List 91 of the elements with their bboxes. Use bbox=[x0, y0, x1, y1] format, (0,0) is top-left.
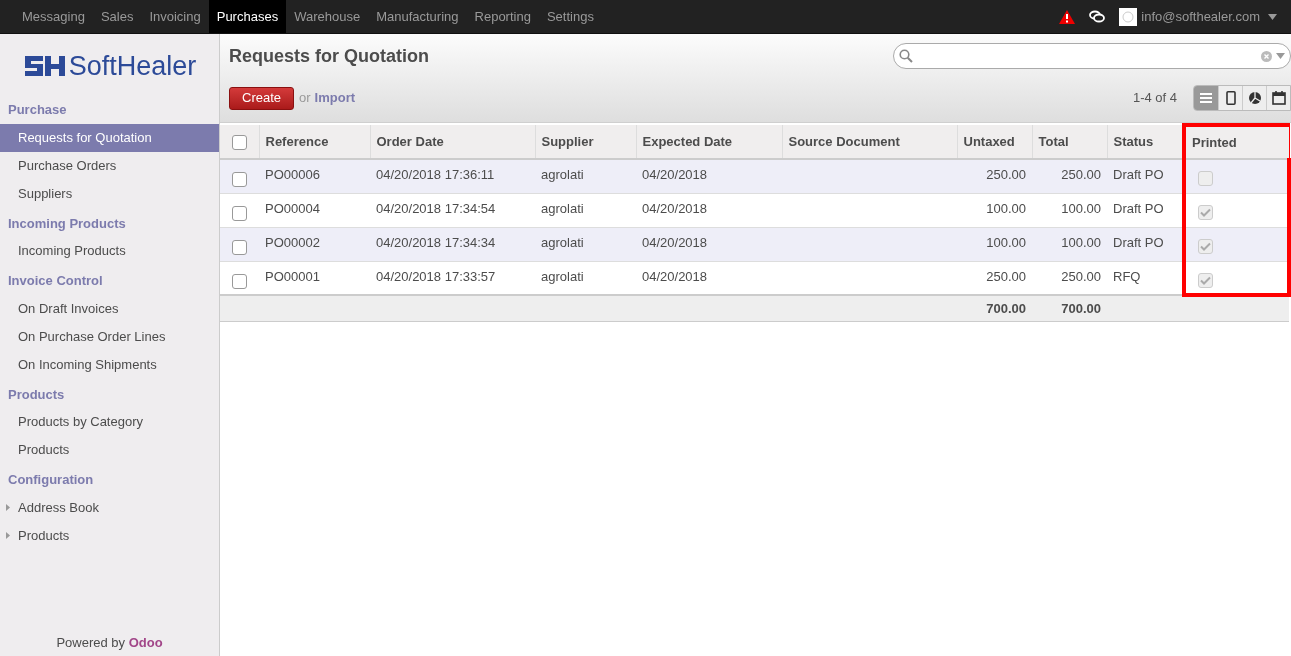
list-icon bbox=[1199, 91, 1213, 105]
clear-icon[interactable] bbox=[1261, 50, 1272, 62]
avatar-icon bbox=[1119, 7, 1138, 26]
table-cell: Draft PO bbox=[1107, 159, 1184, 193]
pie-chart-icon bbox=[1247, 91, 1262, 105]
row-checkbox[interactable] bbox=[232, 205, 247, 221]
sidebar-section-title: Products bbox=[7, 385, 66, 404]
table-cell: RFQ bbox=[1107, 261, 1184, 295]
column-header[interactable]: Untaxed bbox=[957, 125, 1032, 159]
powered-by-text: Powered by Odoo bbox=[56, 634, 163, 650]
table-cell: 100.00 bbox=[1032, 193, 1107, 227]
sidebar-section-title: Incoming Products bbox=[7, 214, 127, 233]
column-header[interactable]: Expected Date bbox=[636, 125, 782, 159]
table-cell: 04/20/2018 17:36:11 bbox=[370, 159, 535, 193]
total-cell: 700.00 bbox=[1032, 295, 1107, 321]
menu-tab[interactable]: Manufacturing bbox=[368, 0, 467, 33]
table-cell: 250.00 bbox=[1032, 159, 1107, 193]
table-cell: 250.00 bbox=[957, 159, 1032, 193]
menu-tab[interactable]: Reporting bbox=[466, 0, 539, 33]
sidebar-section-title: Purchase bbox=[7, 101, 68, 119]
column-header[interactable]: Source Document bbox=[782, 125, 957, 159]
total-cell: 700.00 bbox=[957, 295, 1032, 321]
table-cell: agrolati bbox=[535, 193, 636, 227]
table-cell: 100.00 bbox=[957, 227, 1032, 261]
sidebar-item[interactable]: Requests for Quotation bbox=[0, 123, 219, 152]
column-header[interactable]: Supplier bbox=[535, 125, 636, 159]
sidebar-item[interactable]: Address Book bbox=[0, 493, 219, 522]
triangle-icon bbox=[6, 532, 10, 539]
select-all-checkbox[interactable] bbox=[231, 134, 247, 150]
sidebar-item[interactable]: Purchase Orders bbox=[0, 151, 219, 180]
sidebar-item[interactable]: On Purchase Order Lines bbox=[0, 322, 219, 351]
menu-tab[interactable]: Sales bbox=[92, 0, 142, 33]
form-view-button[interactable] bbox=[1218, 86, 1242, 110]
menu-tab[interactable]: Messaging bbox=[14, 0, 93, 33]
table-cell: Draft PO bbox=[1107, 193, 1184, 227]
row-checkbox[interactable] bbox=[232, 273, 247, 289]
sidebar-section-title: Invoice Control bbox=[7, 272, 104, 290]
sidebar-item[interactable]: Products bbox=[0, 521, 219, 550]
table-cell: PO00006 bbox=[259, 159, 370, 193]
table-cell: PO00002 bbox=[259, 227, 370, 261]
or-text: or bbox=[299, 89, 311, 108]
sidebar-item[interactable]: Products bbox=[0, 436, 219, 464]
table-cell: 04/20/2018 bbox=[636, 159, 782, 193]
sidebar-item[interactable]: Products by Category bbox=[0, 408, 219, 436]
table-cell: 100.00 bbox=[957, 193, 1032, 227]
table-cell: PO00001 bbox=[259, 261, 370, 295]
sidebar-section-title: Configuration bbox=[7, 471, 95, 489]
sidebar-item[interactable]: On Draft Invoices bbox=[0, 294, 219, 323]
create-button[interactable]: Create bbox=[229, 86, 295, 110]
menu-tab[interactable]: Warehouse bbox=[286, 0, 369, 33]
column-header[interactable]: Order Date bbox=[370, 125, 535, 159]
table-cell: 04/20/2018 17:34:54 bbox=[370, 193, 535, 227]
document-icon bbox=[1223, 91, 1238, 105]
column-header[interactable]: Total bbox=[1032, 125, 1107, 159]
menu-tab[interactable]: Settings bbox=[538, 0, 602, 33]
table-cell: 100.00 bbox=[1032, 227, 1107, 261]
row-checkbox[interactable] bbox=[232, 172, 247, 188]
table-cell: 04/20/2018 17:34:34 bbox=[370, 227, 535, 261]
sidebar-item[interactable]: Incoming Products bbox=[0, 237, 219, 265]
page-title: Requests for Quotation bbox=[229, 44, 429, 68]
triangle-icon bbox=[6, 504, 10, 511]
calendar-view-button[interactable] bbox=[1266, 86, 1290, 110]
company-logo: SoftHealer bbox=[0, 38, 219, 94]
table-cell: agrolati bbox=[535, 159, 636, 193]
menu-tab[interactable]: Invoicing bbox=[141, 0, 209, 33]
table-cell: Draft PO bbox=[1107, 227, 1184, 261]
warning-icon[interactable] bbox=[1059, 9, 1076, 24]
row-checkbox[interactable] bbox=[232, 239, 247, 255]
chat-icon[interactable] bbox=[1089, 10, 1106, 23]
table-cell: 250.00 bbox=[957, 261, 1032, 295]
table-cell: agrolati bbox=[535, 227, 636, 261]
calendar-icon bbox=[1271, 91, 1286, 105]
column-header[interactable]: Status bbox=[1107, 125, 1184, 159]
search-field[interactable] bbox=[893, 43, 1291, 69]
caret-icon bbox=[1268, 13, 1277, 20]
sidebar-item[interactable]: On Incoming Shipments bbox=[0, 350, 219, 379]
table-cell: 04/20/2018 bbox=[636, 261, 782, 295]
table-cell: PO00004 bbox=[259, 193, 370, 227]
table-cell: 250.00 bbox=[1032, 261, 1107, 295]
graph-view-button[interactable] bbox=[1242, 86, 1266, 110]
table-cell: agrolati bbox=[535, 261, 636, 295]
menu-tab[interactable]: Purchases bbox=[208, 0, 287, 33]
search-icon bbox=[899, 49, 913, 63]
table-cell: 04/20/2018 bbox=[636, 193, 782, 227]
user-menu[interactable]: info@softhealer.com bbox=[1119, 6, 1277, 27]
table-cell: 04/20/2018 17:33:57 bbox=[370, 261, 535, 295]
column-header[interactable]: Reference bbox=[259, 125, 370, 159]
sidebar-item[interactable]: Suppliers bbox=[0, 179, 219, 208]
pager: 1-4 of 4 bbox=[1132, 89, 1177, 108]
table-cell: 04/20/2018 bbox=[636, 227, 782, 261]
caret-icon[interactable] bbox=[1276, 53, 1285, 59]
